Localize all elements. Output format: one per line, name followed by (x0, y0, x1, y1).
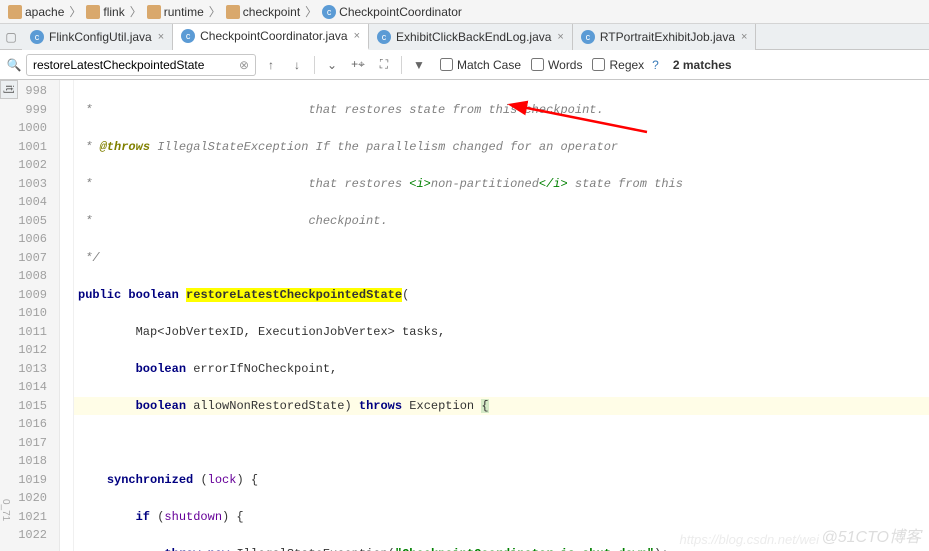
close-icon[interactable]: × (741, 31, 747, 43)
next-match-button[interactable]: ↓ (286, 54, 308, 76)
crumb-class[interactable]: cCheckpointCoordinator (322, 5, 462, 19)
search-icon: 🔍 (6, 57, 22, 73)
clear-icon[interactable]: ⊗ (236, 57, 252, 73)
java-class-icon: c (30, 30, 44, 44)
line-gutter: 9989991000100110021003100410051006100710… (0, 80, 60, 551)
chevron-right-icon: 〉 (130, 3, 142, 20)
search-bar: 🔍 ⊗ ↑ ↓ ⌄ +⌖ ⛶ ▼ Match Case Words Regex … (0, 50, 929, 80)
java-class-icon: c (181, 29, 195, 43)
caret-button[interactable]: ⌄ (321, 54, 343, 76)
chevron-right-icon: 〉 (69, 3, 81, 20)
breadcrumb: apache 〉 flink 〉 runtime 〉 checkpoint 〉 cChe… (0, 0, 929, 24)
editor-tabs: ▢ cFlinkConfigUtil.java× cCheckpointCoor… (0, 24, 929, 50)
folder-icon (147, 5, 161, 19)
java-class-icon: c (581, 30, 595, 44)
crumb-runtime[interactable]: runtime (147, 5, 204, 19)
select-all-button[interactable]: ⛶ (373, 54, 395, 76)
folder-icon (226, 5, 240, 19)
crumb-checkpoint[interactable]: checkpoint (226, 5, 300, 19)
folder-icon (8, 5, 22, 19)
match-case-checkbox[interactable]: Match Case (440, 58, 521, 72)
help-icon[interactable]: ? (652, 58, 659, 72)
version-label: 0_71 (0, 499, 11, 521)
tab-checkpointcoordinator[interactable]: cCheckpointCoordinator.java× (173, 24, 369, 50)
class-icon: c (322, 5, 336, 19)
regex-checkbox[interactable]: Regex (592, 58, 644, 72)
filter-icon[interactable]: ▼ (408, 54, 430, 76)
add-selection-button[interactable]: +⌖ (347, 54, 369, 76)
close-icon[interactable]: × (557, 31, 563, 43)
folder-icon (86, 5, 100, 19)
tab-flinkconfigutil[interactable]: cFlinkConfigUtil.java× (22, 24, 173, 50)
chevron-right-icon: 〉 (305, 3, 317, 20)
crumb-flink[interactable]: flink (86, 5, 124, 19)
match-count: 2 matches (673, 58, 732, 72)
code-editor[interactable]: 9989991000100110021003100410051006100710… (0, 80, 929, 551)
collapse-icon[interactable]: ▢ (4, 30, 18, 44)
java-class-icon: c (377, 30, 391, 44)
marker-gutter (60, 80, 74, 551)
tab-exhibitclickbackendlog[interactable]: cExhibitClickBackEndLog.java× (369, 24, 573, 50)
close-icon[interactable]: × (158, 31, 164, 43)
side-tab[interactable]: it] (0, 80, 18, 99)
search-input[interactable] (26, 54, 256, 76)
tab-rtportraitexhibitjob[interactable]: cRTPortraitExhibitJob.java× (573, 24, 757, 50)
search-match: restoreLatestCheckpointedState (186, 288, 402, 302)
close-icon[interactable]: × (354, 30, 360, 42)
prev-match-button[interactable]: ↑ (260, 54, 282, 76)
words-checkbox[interactable]: Words (531, 58, 582, 72)
code-area[interactable]: * that restores state from this checkpoi… (74, 80, 929, 551)
chevron-right-icon: 〉 (209, 3, 221, 20)
crumb-apache[interactable]: apache (8, 5, 64, 19)
